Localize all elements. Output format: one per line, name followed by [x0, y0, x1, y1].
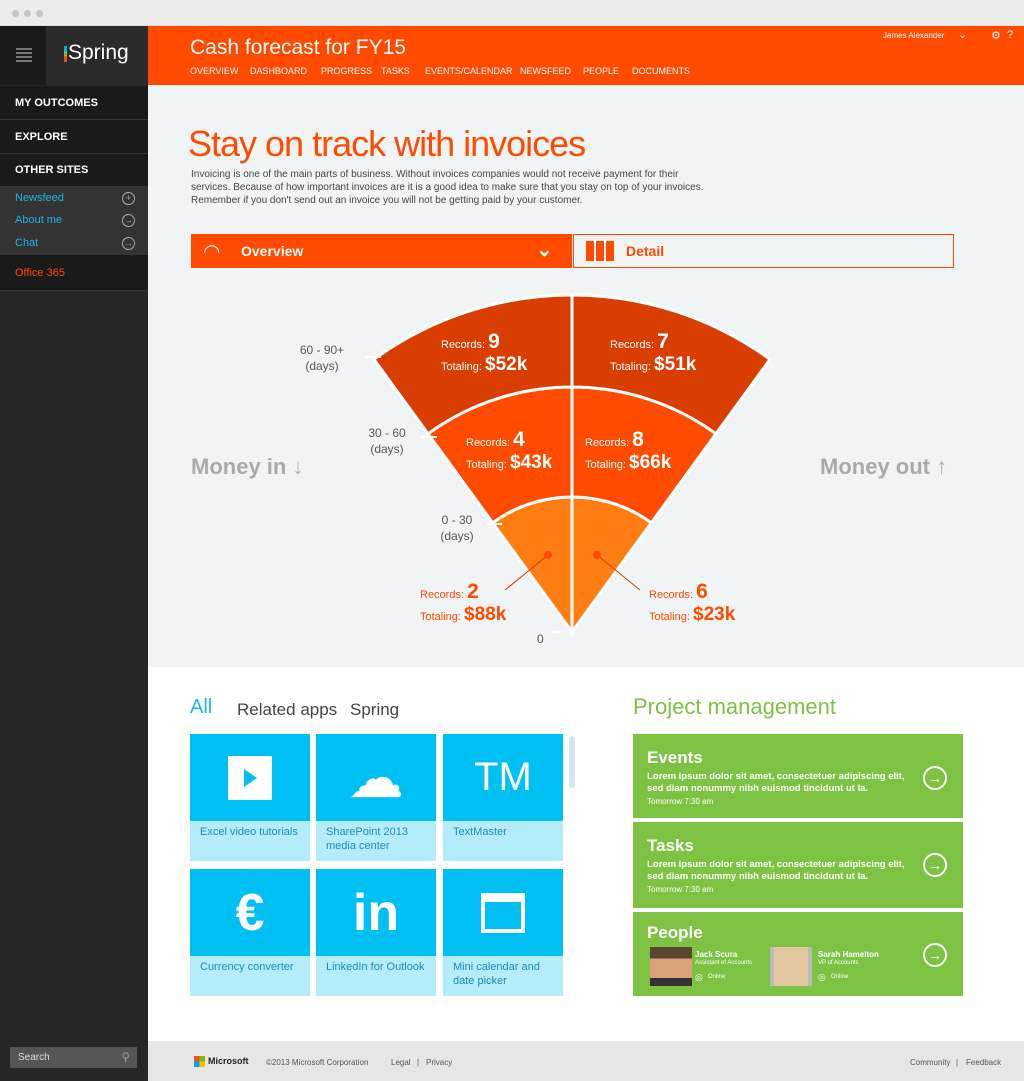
tile-glyph-icon: in [316, 869, 436, 956]
arrow-right-icon[interactable]: → [923, 766, 947, 790]
arrow-right-icon[interactable]: → [923, 943, 947, 967]
card-text: Lorem ipsum dolor sit amet, consectetuer… [647, 859, 905, 882]
tile-label: Mini calendar and date picker [453, 961, 540, 987]
totaling-label: Totaling: [585, 459, 626, 471]
avatar [650, 947, 692, 986]
avatar [770, 947, 812, 986]
records-label: Records: [420, 589, 465, 601]
total-value: $23k [693, 604, 736, 625]
card-title: Tasks [647, 836, 694, 855]
ring-label: 0 - 30 (days) [440, 513, 474, 543]
total-value: $88k [464, 604, 507, 625]
total-value: $51k [654, 354, 697, 375]
app-tile[interactable]: Excel video tutorials [190, 734, 310, 861]
records-label: Records: [441, 339, 486, 351]
segment-label-in-0: Records: 2 Totaling: $88k [420, 580, 506, 626]
app-tile[interactable]: € Currency converter [190, 869, 310, 996]
person-status: Online [708, 974, 726, 980]
total-value: $52k [485, 354, 528, 375]
card-title: Events [647, 748, 703, 767]
microsoft-logo-icon [194, 1056, 205, 1067]
app-tile[interactable]: Mini calendar and date picker [443, 869, 563, 996]
totaling-label: Totaling: [649, 611, 690, 623]
search-input[interactable]: Search ⚲ [10, 1047, 137, 1068]
microsoft-brand: Microsoft [208, 1056, 249, 1066]
app-tile[interactable]: ☁ SharePoint 2013 media center [316, 734, 436, 861]
totaling-label: Totaling: [610, 361, 651, 373]
online-icon: ◎ [818, 972, 826, 982]
cloud-play-icon: ☁ [316, 734, 436, 821]
tile-label: TextMaster [453, 826, 507, 838]
records-label: Records: [649, 589, 694, 601]
segment-label-out-2: Records: 7 Totaling: $51k [610, 330, 696, 376]
arrow-right-icon[interactable]: → [923, 853, 947, 877]
tile-glyph-icon: TM [443, 734, 563, 821]
copyright: ©2013 Microsoft Corporation [266, 1058, 369, 1067]
totaling-label: Totaling: [420, 611, 461, 623]
tab-spring[interactable]: Spring [350, 700, 399, 720]
fan-segment-out-0[interactable] [570, 495, 654, 637]
segment-label-out-0: Records: 6 Totaling: $23k [649, 580, 735, 626]
totaling-label: Totaling: [441, 361, 482, 373]
leader-dot [544, 551, 552, 559]
ring-label: 30 - 60 (days) [368, 426, 406, 456]
people-card[interactable]: People → Jack Scura Assistant of Account… [633, 912, 963, 996]
legal-link[interactable]: Legal [391, 1058, 411, 1067]
card-title: People [647, 923, 703, 942]
divider: | [956, 1058, 959, 1067]
divider: | [417, 1058, 420, 1067]
total-value: $66k [629, 452, 672, 473]
person-status: Online [831, 974, 849, 980]
privacy-link[interactable]: Privacy [426, 1058, 452, 1067]
records-value: 6 [696, 580, 708, 603]
card-time: Tomorrow 7:30 am [647, 885, 714, 894]
tile-label: Excel video tutorials [200, 826, 298, 838]
search-placeholder: Search [18, 1052, 50, 1063]
card-text: Lorem ipsum dolor sit amet, consectetuer… [647, 771, 905, 794]
person-role: Assistant of Accounts [695, 960, 753, 966]
records-value: 2 [467, 580, 479, 603]
ring-label: 60 - 90+ (days) [299, 343, 345, 373]
footer: Microsoft ©2013 Microsoft Corporation Le… [148, 1041, 1024, 1081]
person-name: Jack Scura [695, 950, 738, 959]
records-value: 4 [513, 428, 525, 451]
scrollbar[interactable] [569, 736, 575, 788]
records-label: Records: [466, 437, 511, 449]
feedback-link[interactable]: Feedback [966, 1058, 1001, 1067]
tab-all[interactable]: All [190, 696, 212, 719]
tab-related-apps[interactable]: Related apps [237, 700, 337, 720]
play-icon [190, 734, 310, 821]
search-icon[interactable]: ⚲ [121, 1050, 130, 1064]
online-icon: ◎ [695, 972, 703, 982]
zero-label: 0 [537, 632, 544, 646]
person-role: VP of Accounts [818, 960, 859, 966]
person-name: Sarah Hamelton [818, 950, 879, 959]
tasks-card[interactable]: Tasks Lorem ipsum dolor sit amet, consec… [633, 822, 963, 908]
tile-glyph-icon: € [190, 869, 310, 956]
events-card[interactable]: Events Lorem ipsum dolor sit amet, conse… [633, 734, 963, 818]
records-value: 8 [632, 428, 644, 451]
tile-label: Currency converter [200, 961, 294, 973]
tile-label: SharePoint 2013 media center [326, 826, 408, 852]
segment-label-in-2: Records: 9 Totaling: $52k [441, 330, 527, 376]
calendar-icon [443, 869, 563, 956]
records-value: 9 [488, 330, 500, 353]
totaling-label: Totaling: [466, 459, 507, 471]
records-value: 7 [657, 330, 669, 353]
records-label: Records: [610, 339, 655, 351]
segment-label-in-1: Records: 4 Totaling: $43k [466, 428, 552, 474]
app-tile[interactable]: TM TextMaster [443, 734, 563, 861]
tile-label: LinkedIn for Outlook [326, 961, 425, 973]
app-tile[interactable]: in LinkedIn for Outlook [316, 869, 436, 996]
pm-title: Project management [633, 694, 836, 719]
total-value: $43k [510, 452, 553, 473]
community-link[interactable]: Community [910, 1058, 950, 1067]
records-label: Records: [585, 437, 630, 449]
card-time: Tomorrow 7:30 am [647, 797, 714, 806]
segment-label-out-1: Records: 8 Totaling: $66k [585, 428, 671, 474]
leader-dot [593, 551, 601, 559]
